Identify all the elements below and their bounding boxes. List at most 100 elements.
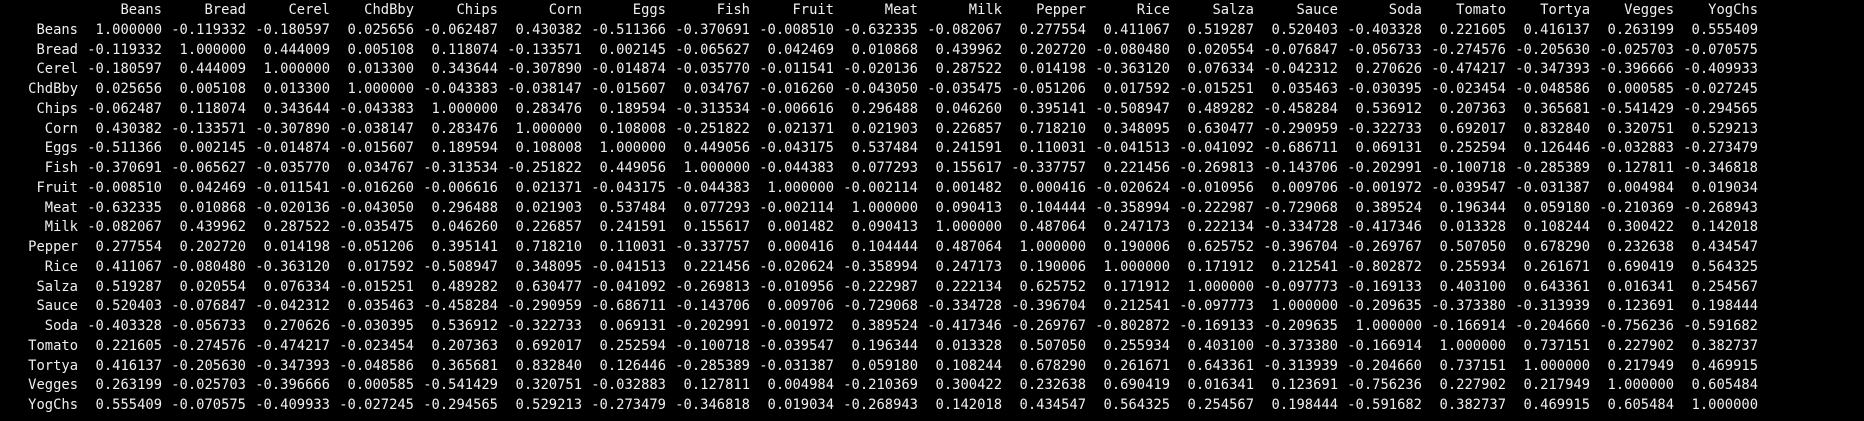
matrix-cell: 0.416137: [1523, 21, 1590, 38]
matrix-cell: -0.044383: [759, 160, 834, 176]
matrix-cell: -0.008510: [759, 21, 834, 38]
column-header: YogChs: [1708, 2, 1758, 18]
matrix-cell: 0.296488: [851, 100, 918, 117]
matrix-cell: 0.035463: [347, 298, 414, 315]
matrix-cell: 0.025656: [95, 81, 162, 97]
matrix-cell: 0.042469: [767, 41, 834, 58]
matrix-cell: 0.034767: [347, 160, 414, 176]
matrix-cell: -0.041513: [1095, 140, 1170, 157]
matrix-cell: -0.729068: [1263, 199, 1338, 216]
matrix-cell: -0.396704: [1263, 239, 1338, 255]
matrix-cell: 0.348095: [515, 258, 582, 275]
matrix-cell: 0.019034: [1691, 179, 1758, 196]
table-row: Soda -0.403328 -0.056733 0.270626 -0.030395 0…: [0, 317, 1758, 337]
matrix-cell: -0.062487: [87, 100, 162, 117]
matrix-cell: -0.209635: [1263, 318, 1338, 334]
column-header: Fish: [716, 2, 750, 18]
matrix-cell: -0.307890: [507, 61, 582, 78]
matrix-cell: 1.000000: [1691, 397, 1758, 413]
matrix-cell: 0.020554: [179, 278, 246, 295]
matrix-cell: -0.042312: [1263, 61, 1338, 78]
matrix-cell: -0.205630: [1515, 41, 1590, 58]
matrix-cell: -0.290959: [1263, 120, 1338, 137]
matrix-cell: -0.334728: [1263, 219, 1338, 236]
matrix-cell: 1.000000: [599, 140, 666, 157]
matrix-cell: 0.439962: [935, 41, 1002, 58]
row-label: Chips: [36, 100, 78, 117]
matrix-cell: 0.320751: [1607, 120, 1674, 137]
column-header: Pepper: [1036, 2, 1086, 18]
table-row: Corn 0.430382 -0.133571 -0.307890 -0.038147 0…: [0, 120, 1758, 140]
row-label: ChdBby: [28, 81, 78, 97]
matrix-cell: -0.100718: [1431, 160, 1506, 176]
matrix-cell: -0.251822: [675, 120, 750, 137]
matrix-cell: -0.011541: [255, 179, 330, 196]
matrix-cell: -0.274576: [171, 337, 246, 354]
matrix-cell: 1.000000: [1103, 258, 1170, 275]
matrix-cell: 0.529213: [1691, 120, 1758, 137]
row-label: Bread: [36, 41, 78, 58]
matrix-cell: 0.625752: [1187, 239, 1254, 255]
matrix-cell: 0.000585: [347, 377, 414, 394]
matrix-cell: 0.261671: [1103, 357, 1170, 374]
table-row: Meat -0.632335 0.010868 -0.020136 -0.043050 0…: [0, 199, 1758, 219]
matrix-cell: -0.062487: [423, 21, 498, 38]
matrix-cell: 0.202720: [1019, 41, 1086, 58]
matrix-cell: 0.013328: [1439, 219, 1506, 236]
matrix-cell: -0.313534: [423, 160, 498, 176]
matrix-cell: -0.133571: [507, 41, 582, 58]
matrix-cell: 0.519287: [95, 278, 162, 295]
matrix-cell: 0.227902: [1607, 337, 1674, 354]
row-label: Soda: [44, 318, 78, 334]
matrix-cell: 0.090413: [935, 199, 1002, 216]
matrix-cell: 0.395141: [431, 239, 498, 255]
matrix-cell: 0.189594: [431, 140, 498, 157]
terminal-output: Beans Bread Cerel ChdBby Chips Corn Eggs Fish Fr…: [0, 0, 1864, 421]
matrix-cell: -0.035475: [339, 219, 414, 236]
matrix-cell: -0.334728: [927, 298, 1002, 315]
matrix-cell: 0.069131: [599, 318, 666, 334]
matrix-cell: 0.605484: [1607, 397, 1674, 413]
matrix-cell: 0.643361: [1187, 357, 1254, 374]
matrix-cell: -0.043383: [423, 81, 498, 97]
matrix-cell: 0.126446: [599, 357, 666, 374]
matrix-cell: 0.009706: [1271, 179, 1338, 196]
matrix-cell: 0.365681: [431, 357, 498, 374]
matrix-cell: 0.034767: [683, 81, 750, 97]
matrix-cell: 0.077293: [851, 160, 918, 176]
matrix-cell: 0.389524: [851, 318, 918, 334]
matrix-cell: 0.263199: [1607, 21, 1674, 38]
table-row: YogChs 0.555409 -0.070575 -0.409933 -0.02724…: [0, 396, 1758, 416]
matrix-cell: -0.313534: [675, 100, 750, 117]
matrix-cell: 0.104444: [851, 239, 918, 255]
matrix-cell: -0.016260: [759, 81, 834, 97]
matrix-cell: 0.678290: [1019, 357, 1086, 374]
matrix-cell: -0.313939: [1263, 357, 1338, 374]
matrix-cell: -0.222987: [843, 278, 918, 295]
matrix-cell: 0.605484: [1691, 377, 1758, 394]
matrix-cell: -0.180597: [255, 21, 330, 38]
matrix-cell: -0.396666: [255, 377, 330, 394]
matrix-cell: -0.015251: [339, 278, 414, 295]
matrix-cell: -0.032883: [1599, 140, 1674, 157]
matrix-cell: -0.373380: [1431, 298, 1506, 315]
matrix-cell: -0.403328: [87, 318, 162, 334]
matrix-cell: -0.269767: [1011, 318, 1086, 334]
matrix-cell: 0.287522: [263, 219, 330, 236]
matrix-cell: 0.021371: [515, 179, 582, 196]
row-label: Beans: [36, 21, 78, 38]
column-header: Salza: [1212, 2, 1254, 18]
matrix-cell: 0.126446: [1523, 140, 1590, 157]
matrix-cell: 0.171912: [1187, 258, 1254, 275]
matrix-cell: 0.449056: [683, 140, 750, 157]
column-header: Bread: [204, 2, 246, 18]
matrix-cell: -0.082067: [87, 219, 162, 236]
table-row: Milk -0.082067 0.439962 0.287522 -0.035475 0.…: [0, 218, 1758, 238]
matrix-cell: 0.127811: [683, 377, 750, 394]
matrix-cell: -0.285389: [1515, 160, 1590, 176]
matrix-cell: 1.000000: [1271, 298, 1338, 315]
correlation-matrix: Beans Bread Cerel ChdBby Chips Corn Eggs Fish Fr…: [0, 1, 1758, 416]
matrix-cell: 0.221456: [683, 258, 750, 275]
column-header: Rice: [1136, 2, 1170, 18]
matrix-cell: -0.044383: [675, 179, 750, 196]
